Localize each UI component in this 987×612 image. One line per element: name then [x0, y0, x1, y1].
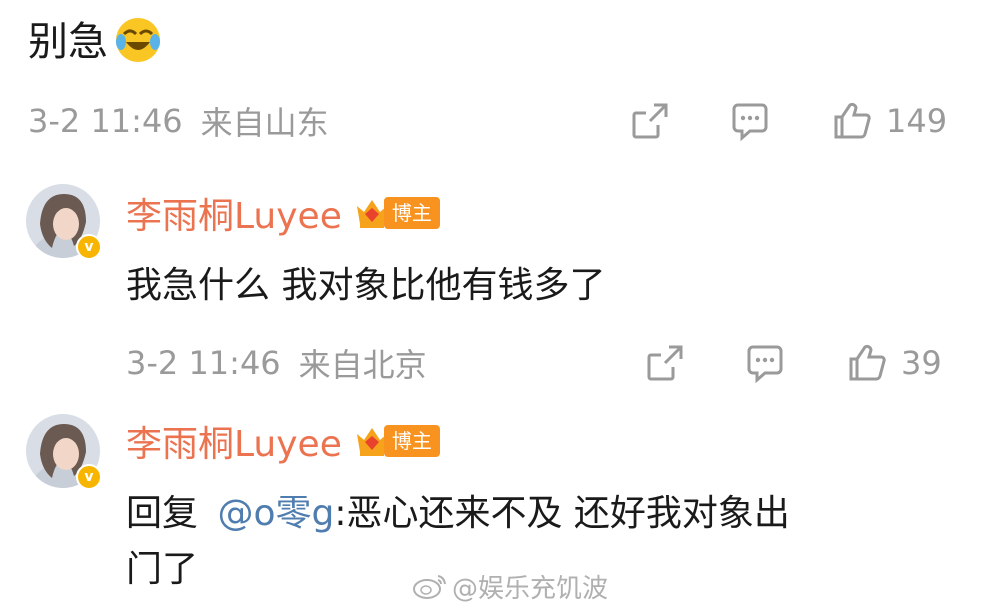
- blogger-badge: 博主: [354, 196, 440, 230]
- post-timestamp: 3-2 11:46: [28, 102, 183, 140]
- like-icon[interactable]: [830, 99, 874, 143]
- reply-text-line2: 门了: [126, 549, 199, 590]
- post-like-count: 149: [886, 102, 948, 140]
- comment-header: 李雨桐Luyee 博主: [126, 414, 440, 468]
- comment-timestamp: 3-2 11:46: [126, 344, 281, 382]
- share-icon[interactable]: [628, 99, 672, 143]
- post-text-content: 别急: [28, 19, 108, 65]
- like-icon[interactable]: [845, 341, 889, 385]
- watermark: @娱乐充饥波: [412, 566, 608, 606]
- share-icon[interactable]: [643, 341, 687, 385]
- watermark-text: @娱乐充饥波: [452, 573, 609, 604]
- mention-link[interactable]: @o零g: [217, 493, 334, 534]
- blogger-badge: 博主: [354, 424, 440, 458]
- comment-icon[interactable]: [728, 99, 772, 143]
- verified-icon: v: [76, 464, 102, 490]
- badge-label: 博主: [383, 425, 440, 457]
- comment-source: 来自北京: [298, 346, 427, 384]
- comment-icon[interactable]: [743, 341, 787, 385]
- badge-label: 博主: [383, 197, 440, 229]
- reply-prefix: 回复: [126, 493, 199, 534]
- weibo-logo-icon: [413, 575, 446, 599]
- comment-text: 我急什么 我对象比他有钱多了: [126, 265, 606, 306]
- verified-icon: v: [76, 234, 102, 260]
- comment-meta: 3-2 11:46 来自北京: [126, 338, 427, 388]
- comment-username[interactable]: 李雨桐Luyee: [126, 415, 342, 467]
- comment-like-count: 39: [901, 344, 942, 382]
- reply-text-line1: :恶心还来不及 还好我对象出: [334, 493, 790, 534]
- post-text: 别急: [28, 8, 164, 68]
- laughing-crying-emoji-icon: [116, 18, 160, 62]
- comment-header: 李雨桐Luyee 博主: [126, 186, 440, 240]
- comment-actions: 39: [643, 338, 942, 388]
- comment-username[interactable]: 李雨桐Luyee: [126, 187, 342, 239]
- post-meta: 3-2 11:46 来自山东: [28, 96, 329, 146]
- post-source: 来自山东: [200, 104, 329, 142]
- post-actions: 149: [628, 96, 947, 146]
